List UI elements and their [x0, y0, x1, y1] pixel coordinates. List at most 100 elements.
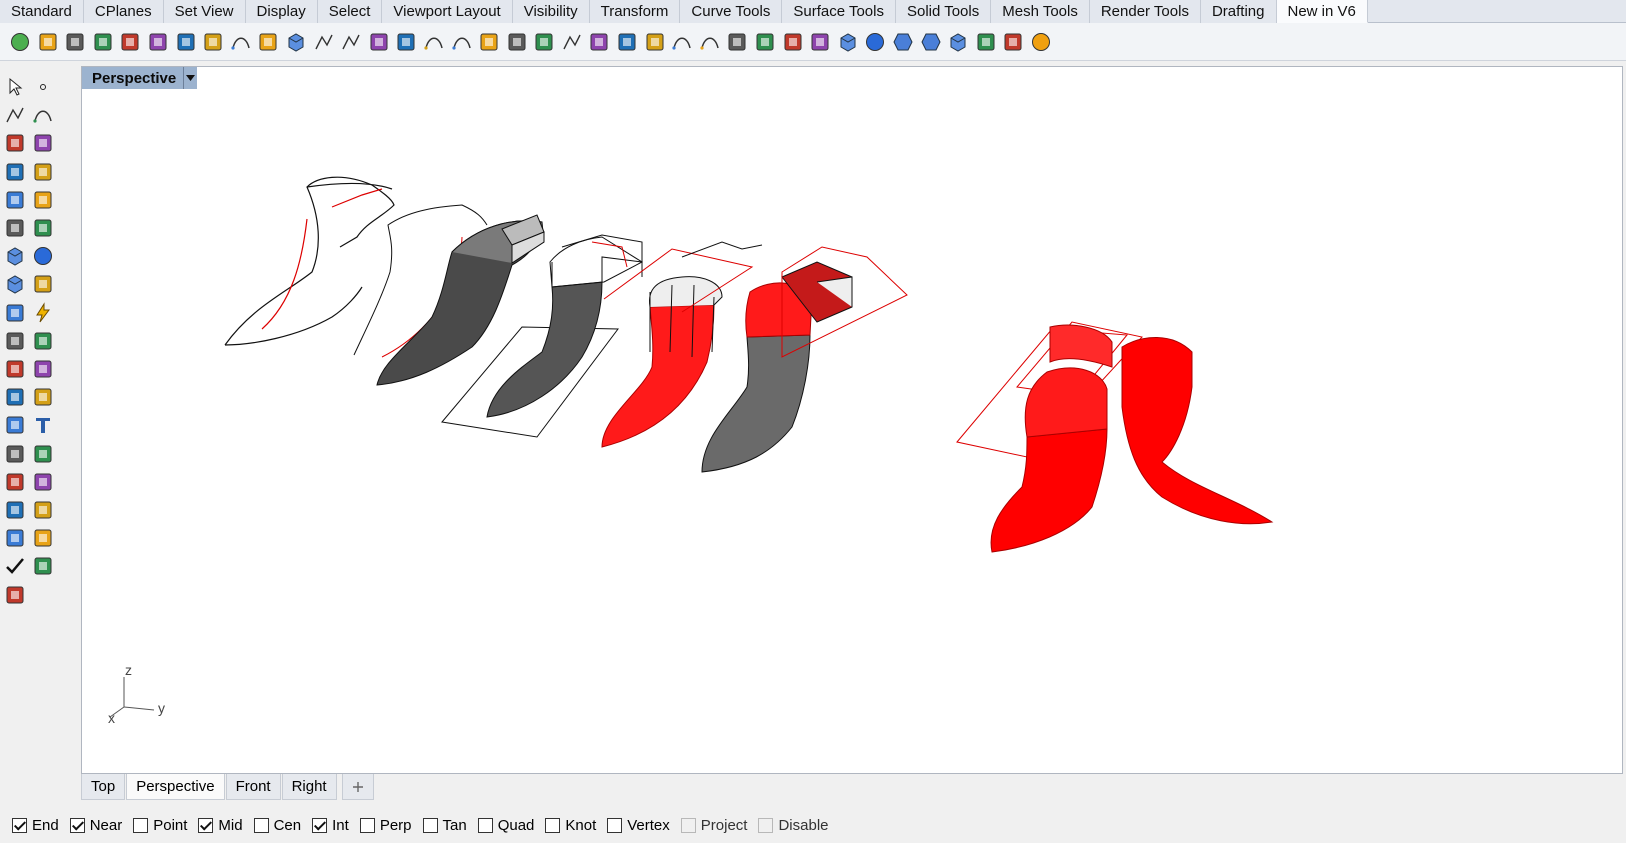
layout-icon[interactable]: [2, 497, 28, 523]
polygon-tool-icon[interactable]: [2, 187, 28, 213]
clip-icon[interactable]: [30, 525, 56, 551]
osnap-near[interactable]: Near: [69, 817, 122, 834]
gumball-icon[interactable]: [2, 525, 28, 551]
ellipse-tool-icon[interactable]: [30, 130, 56, 156]
lamp-icon[interactable]: [36, 30, 60, 54]
blade-icon[interactable]: [974, 30, 998, 54]
block-icon[interactable]: [30, 469, 56, 495]
osnap-checkbox[interactable]: [312, 818, 328, 833]
osnap-checkbox[interactable]: [680, 818, 696, 833]
cylinder-solid-icon[interactable]: [2, 271, 28, 297]
line-icon[interactable]: [560, 30, 584, 54]
osnap-cen[interactable]: Cen: [253, 817, 301, 834]
blue-disc-icon[interactable]: [863, 30, 887, 54]
ruler-icon[interactable]: [367, 30, 391, 54]
point-icon[interactable]: [30, 74, 56, 100]
viewport-tab-perspective[interactable]: Perspective: [126, 774, 225, 800]
shoe-red-upper[interactable]: [701, 246, 908, 473]
rectangle-tool-icon[interactable]: [30, 159, 56, 185]
osnap-disable[interactable]: Disable: [758, 817, 829, 834]
osnap-checkbox[interactable]: [359, 818, 375, 833]
key-icon[interactable]: [146, 30, 170, 54]
viewport-tab-front[interactable]: Front: [225, 774, 281, 800]
osnap-mid[interactable]: Mid: [198, 817, 243, 834]
arrows-icon[interactable]: [643, 30, 667, 54]
lasso-icon[interactable]: [118, 30, 142, 54]
grid-array-icon[interactable]: [30, 497, 56, 523]
osnap-perp[interactable]: Perp: [359, 817, 412, 834]
osnap-checkbox[interactable]: [133, 818, 149, 833]
clipboard-icon[interactable]: [63, 30, 87, 54]
curve-point-icon[interactable]: [30, 102, 56, 128]
explode-icon[interactable]: [2, 328, 28, 354]
pen-icon[interactable]: [339, 30, 363, 54]
monitor-icon[interactable]: [615, 30, 639, 54]
perspective-viewport[interactable]: z y x Perspective: [81, 66, 1623, 774]
group-icon[interactable]: [2, 384, 28, 410]
steps-icon[interactable]: [808, 30, 832, 54]
osnap-project[interactable]: Project: [680, 817, 747, 834]
osnap-knot[interactable]: Knot: [545, 817, 596, 834]
gear-tool-icon[interactable]: [2, 300, 28, 326]
rainbow-icon[interactable]: [670, 30, 694, 54]
viewport-tab-right[interactable]: Right: [281, 774, 337, 800]
add-viewport-icon[interactable]: [341, 774, 374, 800]
tab-solid-tools[interactable]: Solid Tools: [895, 0, 992, 23]
list-icon[interactable]: [477, 30, 501, 54]
tab-render-tools[interactable]: Render Tools: [1089, 0, 1201, 23]
paint-bucket-icon[interactable]: [2, 582, 28, 608]
osnap-checkbox[interactable]: [69, 818, 85, 833]
split-icon[interactable]: [2, 356, 28, 382]
tab-drafting[interactable]: Drafting: [1200, 0, 1277, 23]
chevron-down-icon[interactable]: [183, 67, 197, 89]
zoom-curve-icon[interactable]: [698, 30, 722, 54]
osnap-point[interactable]: Point: [133, 817, 187, 834]
tab-visibility[interactable]: Visibility: [512, 0, 590, 23]
osnap-checkbox[interactable]: [12, 818, 27, 833]
tab-set-view[interactable]: Set View: [163, 0, 246, 23]
select-arrow-icon[interactable]: [2, 74, 28, 100]
viewport-title-bar[interactable]: Perspective: [82, 67, 197, 89]
dot-grid-icon[interactable]: [256, 30, 280, 54]
globe-icon[interactable]: [8, 30, 32, 54]
bar-chart-icon[interactable]: [505, 30, 529, 54]
triangle-tool-icon[interactable]: [2, 159, 28, 185]
target-icon[interactable]: [753, 30, 777, 54]
offset-icon[interactable]: [30, 384, 56, 410]
osnap-checkbox[interactable]: [758, 818, 774, 833]
shoe-partial-mesh[interactable]: [353, 204, 545, 386]
tab-surface-tools[interactable]: Surface Tools: [782, 0, 896, 23]
circle-tool-icon[interactable]: [2, 130, 28, 156]
gear-frame-icon[interactable]: [1001, 30, 1025, 54]
osnap-checkbox[interactable]: [545, 818, 561, 833]
sweep-icon[interactable]: [30, 215, 56, 241]
dimension-icon[interactable]: [2, 469, 28, 495]
trim-icon[interactable]: [30, 328, 56, 354]
text-tool-icon[interactable]: [30, 412, 56, 438]
tab-curve-tools[interactable]: Curve Tools: [680, 0, 783, 23]
osnap-checkbox[interactable]: [198, 818, 214, 833]
box-icon[interactable]: [836, 30, 860, 54]
hexagon-icon[interactable]: [891, 30, 915, 54]
grid-color-icon[interactable]: [91, 30, 115, 54]
pins-icon[interactable]: [201, 30, 225, 54]
osnap-quad[interactable]: Quad: [477, 817, 534, 834]
viewport-tab-top[interactable]: Top: [81, 774, 126, 800]
tab-standard[interactable]: Standard: [0, 0, 84, 23]
osnap-checkbox[interactable]: [477, 818, 493, 833]
orange-sphere-icon[interactable]: [1029, 30, 1053, 54]
curve-icon[interactable]: [229, 30, 253, 54]
move-icon[interactable]: [2, 441, 28, 467]
zoom-icon[interactable]: [725, 30, 749, 54]
polyline-tool-icon[interactable]: [2, 102, 28, 128]
hatch-icon[interactable]: [587, 30, 611, 54]
fillet-tool-icon[interactable]: [30, 187, 56, 213]
sphere-solid-icon[interactable]: [30, 243, 56, 269]
pin-icon[interactable]: [174, 30, 198, 54]
tab-transform[interactable]: Transform: [589, 0, 681, 23]
tab-viewport-layout[interactable]: Viewport Layout: [382, 0, 513, 23]
arc-icon[interactable]: [422, 30, 446, 54]
osnap-int[interactable]: Int: [312, 817, 349, 834]
osnap-checkbox[interactable]: [422, 818, 438, 833]
osnap-end[interactable]: End: [12, 817, 59, 834]
